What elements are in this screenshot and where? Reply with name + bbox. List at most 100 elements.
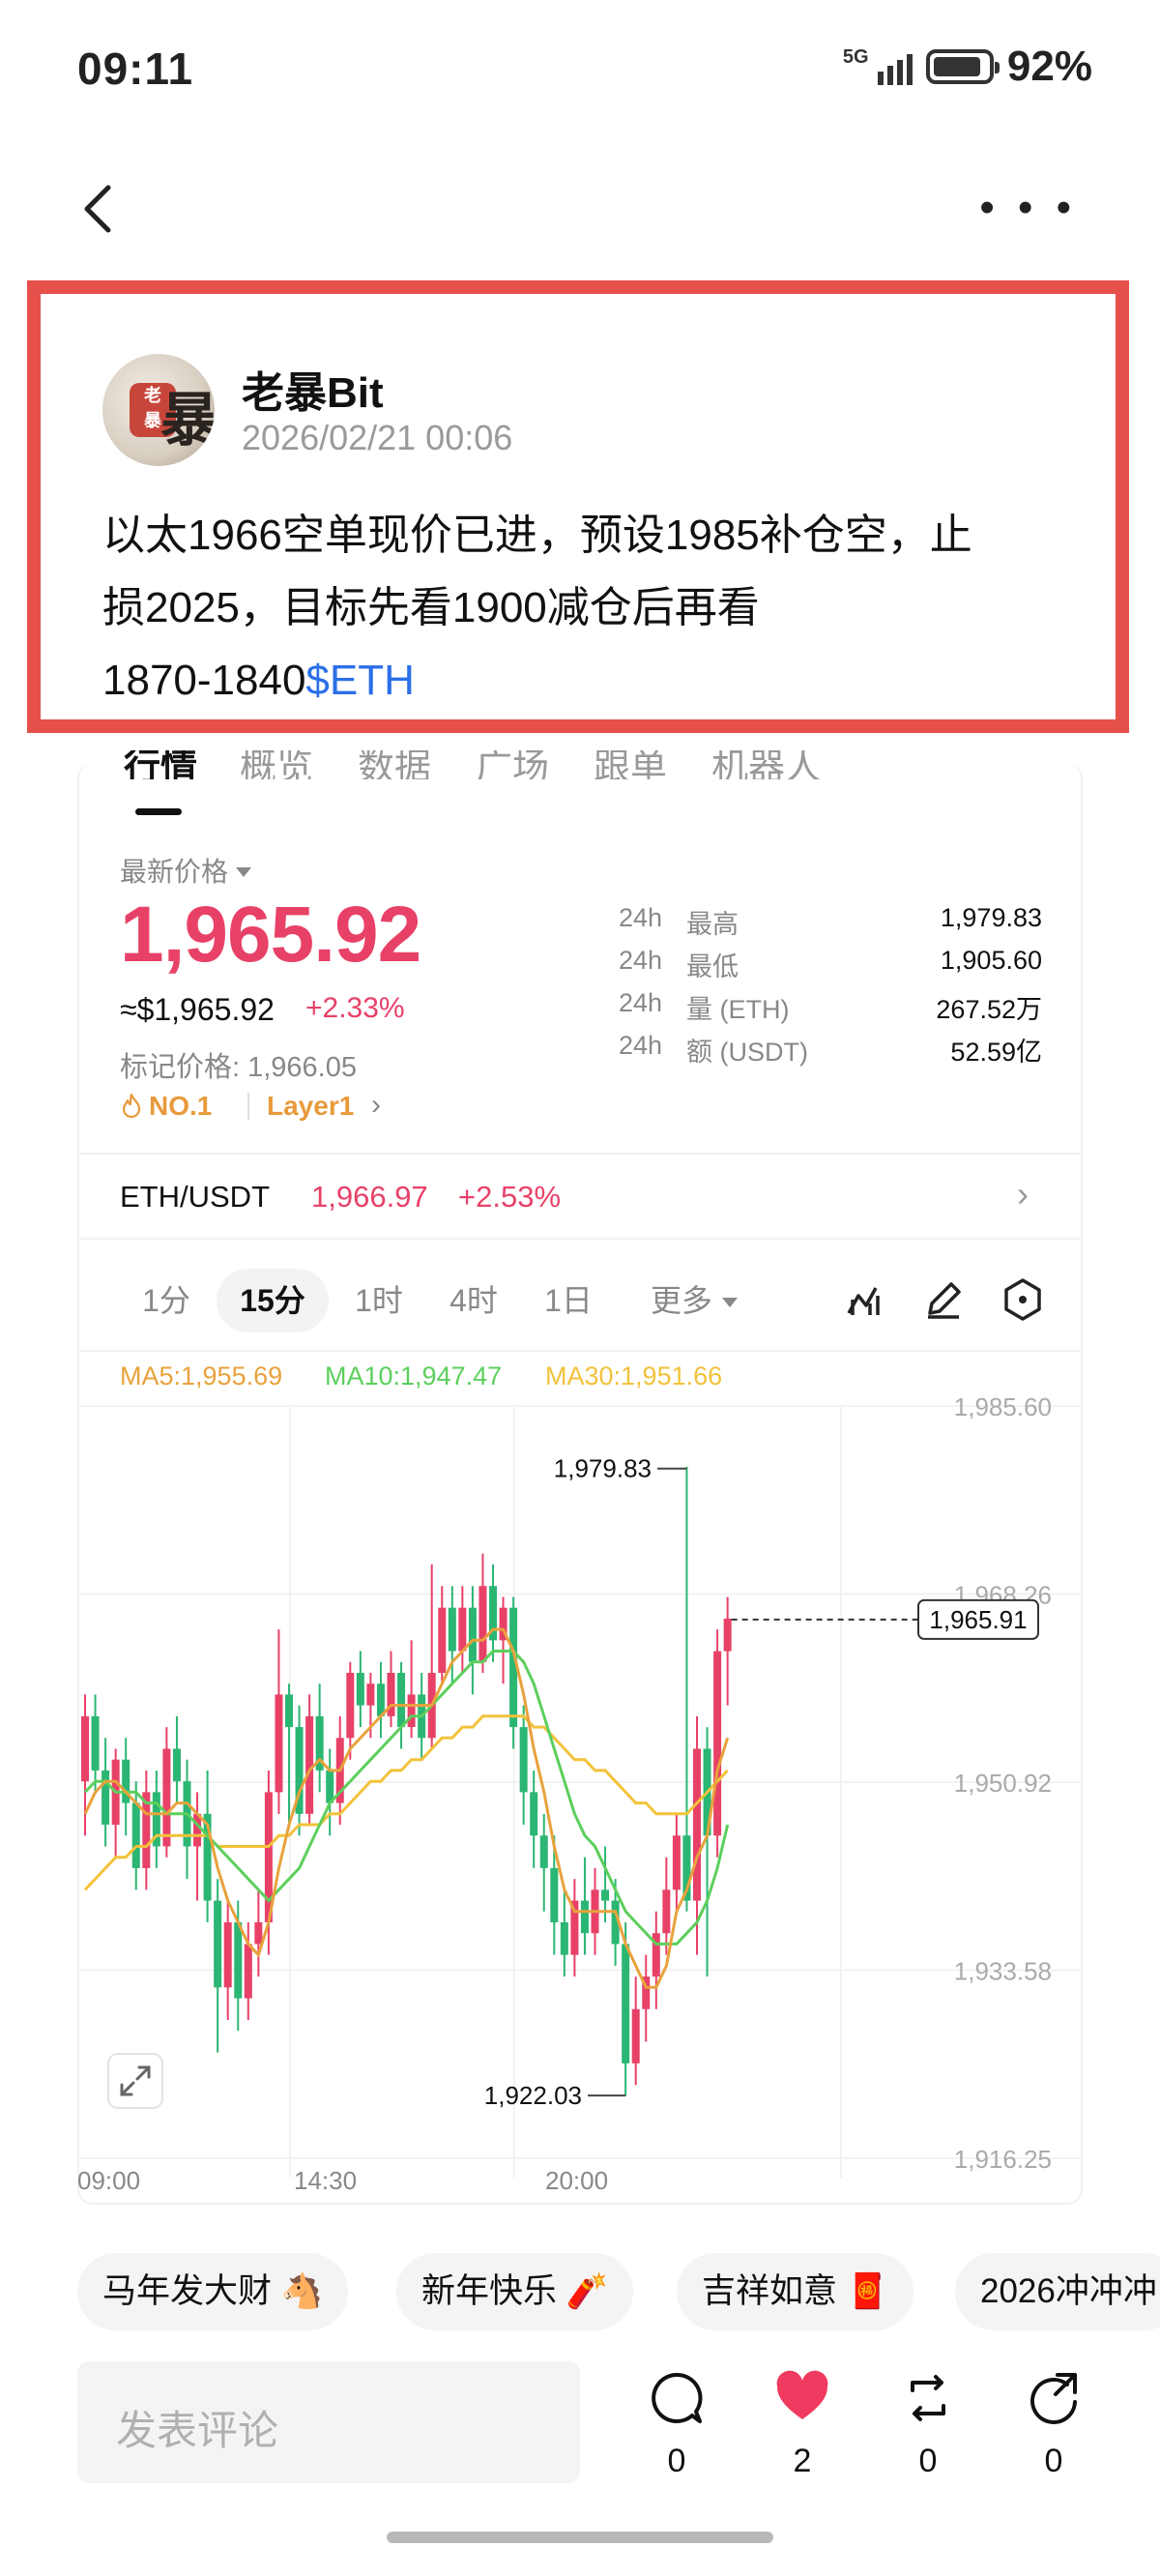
stats-24h: 24h 最高 1,979.83 24h 最低 1,905.60 24h 量 (ETH) 26… [619, 903, 1042, 1073]
candle [223, 1900, 232, 2020]
usd-price: ≈$1,965.92 [120, 992, 275, 1027]
candle [214, 1879, 222, 2053]
repost-button[interactable]: 0 [889, 2369, 967, 2480]
comment-button[interactable]: 0 [638, 2369, 715, 2480]
candle [489, 1564, 497, 1662]
stat-label: 最低 [686, 952, 739, 981]
latest-price-label[interactable]: 最新价格 [120, 851, 251, 890]
candle-body [131, 1802, 140, 1868]
battery-percent: 92% [1006, 43, 1092, 90]
stat-label: 量 (ETH) [686, 995, 790, 1024]
candle [438, 1586, 447, 1684]
more-options-button[interactable]: • • • [979, 187, 1077, 229]
tab-data[interactable]: 数据 [358, 750, 431, 779]
settings-icon[interactable] [1000, 1276, 1046, 1323]
category-badge[interactable]: Layer1 [267, 1091, 354, 1122]
pencil-icon[interactable] [920, 1276, 967, 1323]
stat-label: 额 (USDT) [686, 1038, 808, 1067]
chip[interactable]: 2026冲冲冲 [955, 2253, 1160, 2330]
author-name[interactable]: 老暴Bit [242, 358, 384, 420]
ma5-label: MA5:1,955.69 [120, 1361, 282, 1390]
candle-body [254, 1921, 263, 1945]
pair-price: 1,966.97 [311, 1180, 428, 1214]
candle-body [172, 1748, 181, 1782]
share-icon [1030, 2373, 1077, 2424]
candle-body [622, 1944, 630, 2064]
x-tick-label: 09:00 [77, 2166, 140, 2195]
stat-row: 24h 最低 1,905.60 [619, 946, 1042, 988]
post-text-line: 以太1966空单现价已进，预设1985补仓空，止 [102, 512, 972, 559]
tab-quotes[interactable]: 行情 [124, 750, 197, 779]
stat-row: 24h 量 (ETH) 267.52万 [619, 988, 1042, 1031]
tab-overview[interactable]: 概览 [240, 750, 313, 779]
candle [458, 1586, 467, 1673]
interval-more[interactable]: 更多 [626, 1269, 762, 1332]
candle-body [601, 1889, 610, 1901]
x-tick-label: 14:30 [294, 2166, 357, 2195]
post-card: 老暴 暴 老暴Bit 2026/02/21 00:06 以太1966空单现价已进… [27, 280, 1129, 733]
interval-15m[interactable]: 15分 [217, 1269, 329, 1332]
stat-period: 24h [619, 988, 663, 1017]
stat-value: 52.59亿 [950, 1038, 1042, 1067]
candle [642, 1954, 651, 2042]
badge-divider [247, 1093, 249, 1120]
candle-body [693, 1748, 701, 1901]
interval-1m[interactable]: 1分 [120, 1269, 213, 1332]
fullscreen-button[interactable] [107, 2053, 163, 2109]
share-button[interactable]: 0 [1015, 2369, 1092, 2480]
back-button[interactable] [73, 180, 122, 238]
home-indicator[interactable] [387, 2532, 773, 2543]
like-button[interactable]: 2 [764, 2369, 841, 2480]
mark-price: 标记价格: 1,966.05 [120, 1052, 357, 1083]
stat-label: 最高 [686, 910, 739, 939]
low-price-label: 1,922.03 [484, 2081, 582, 2110]
tab-bots[interactable]: 机器人 [711, 750, 822, 779]
post-timestamp: 2026/02/21 00:06 [242, 418, 513, 457]
candle-body [407, 1694, 416, 1728]
chip[interactable]: 新年快乐 🧨 [396, 2253, 634, 2330]
rank-badge[interactable]: NO.1 [120, 1091, 212, 1122]
pair-name[interactable]: ETH/USDT [120, 1180, 270, 1215]
candle-body [530, 1792, 538, 1836]
candle [672, 1813, 681, 1912]
tab-square[interactable]: 广场 [476, 750, 549, 779]
candle [662, 1857, 671, 1955]
candle [703, 1727, 711, 1977]
eth-tag-link[interactable]: $ETH [305, 657, 414, 704]
candle [305, 1694, 314, 1826]
chip[interactable]: 马年发大财 🐴 [77, 2253, 349, 2330]
indicator-icon[interactable] [843, 1276, 889, 1323]
stat-value: 267.52万 [936, 995, 1042, 1024]
avatar[interactable]: 老暴 暴 [102, 354, 215, 466]
interval-1d[interactable]: 1日 [522, 1269, 615, 1332]
candle-body [285, 1694, 293, 1728]
stat-period: 24h [619, 946, 663, 975]
candle [81, 1694, 89, 1836]
stat-value: 1,905.60 [940, 946, 1042, 975]
flame-icon [122, 1093, 141, 1119]
comment-input[interactable]: 发表评论 [77, 2361, 580, 2483]
tab-copy-trade[interactable]: 跟单 [594, 750, 667, 779]
chip[interactable]: 吉祥如意 🧧 [677, 2253, 914, 2330]
candle [682, 1466, 691, 1912]
price-change: +2.33% [305, 992, 405, 1024]
candle-body [713, 1651, 722, 1836]
candle [499, 1596, 508, 1684]
post-text-line: 损2025，目标先看1900减仓后再看 [102, 584, 760, 631]
stat-row: 24h 最高 1,979.83 [619, 903, 1042, 946]
comment-count: 0 [667, 2443, 686, 2479]
market-tabs: 行情 概览 数据 广场 跟单 机器人 [77, 750, 1073, 779]
candle [713, 1629, 722, 1858]
chevron-right-icon[interactable]: › [371, 1089, 381, 1122]
y-tick-label: 1,985.60 [954, 1392, 1052, 1421]
interval-4h[interactable]: 4时 [427, 1269, 520, 1332]
stat-value: 1,979.83 [940, 903, 1042, 932]
divider [77, 1238, 1083, 1240]
candle [91, 1694, 100, 1793]
interval-1h[interactable]: 1时 [333, 1269, 425, 1332]
candle-body [560, 1921, 568, 1955]
ma5-line [83, 1627, 730, 1989]
candle [478, 1553, 487, 1673]
chevron-right-icon[interactable]: › [1017, 1174, 1029, 1215]
candlestick-chart[interactable]: MA5:1,955.69 MA10:1,947.47 MA30:1,951.66… [77, 1350, 1083, 2201]
